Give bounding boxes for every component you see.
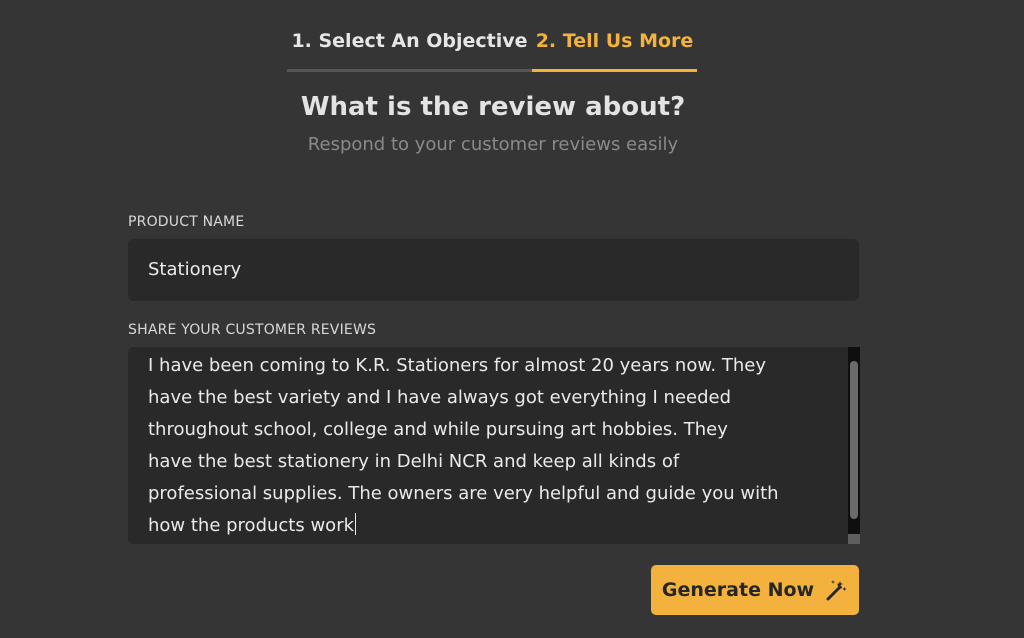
text-caret bbox=[355, 513, 357, 535]
step-tabs: 1. Select An Objective 2. Tell Us More bbox=[287, 24, 697, 72]
customer-reviews-textarea[interactable]: I have been coming to K.R. Stationers fo… bbox=[128, 347, 859, 544]
tab-select-objective[interactable]: 1. Select An Objective bbox=[287, 24, 532, 72]
customer-reviews-label: SHARE YOUR CUSTOMER REVIEWS bbox=[128, 322, 377, 338]
review-text-line: have the best variety and I have always … bbox=[148, 387, 732, 408]
scrollbar-thumb[interactable] bbox=[850, 361, 858, 519]
generate-now-label: Generate Now bbox=[661, 579, 815, 601]
review-text-line: throughout school, college and while pur… bbox=[148, 419, 728, 440]
review-text-line: professional supplies. The owners are ve… bbox=[148, 483, 779, 504]
generate-now-button[interactable]: Generate Now bbox=[651, 565, 859, 615]
scrollbar-end bbox=[848, 534, 860, 544]
product-name-input[interactable]: Stationery bbox=[128, 239, 859, 301]
review-text-line: I have been coming to K.R. Stationers fo… bbox=[148, 355, 766, 376]
textarea-scrollbar[interactable] bbox=[848, 347, 860, 544]
tab-tell-us-more[interactable]: 2. Tell Us More bbox=[532, 24, 697, 72]
page-subtitle: Respond to your customer reviews easily bbox=[307, 134, 679, 155]
review-text-line-last: how the products work bbox=[148, 510, 829, 542]
review-text-line: have the best stationery in Delhi NCR an… bbox=[148, 451, 680, 472]
magic-wand-icon bbox=[826, 580, 847, 601]
review-form-page: 1. Select An Objective 2. Tell Us More W… bbox=[0, 0, 1024, 638]
product-name-label: PRODUCT NAME bbox=[128, 214, 245, 230]
review-text-line: how the products work bbox=[148, 515, 355, 536]
page-title: What is the review about? bbox=[300, 92, 686, 122]
